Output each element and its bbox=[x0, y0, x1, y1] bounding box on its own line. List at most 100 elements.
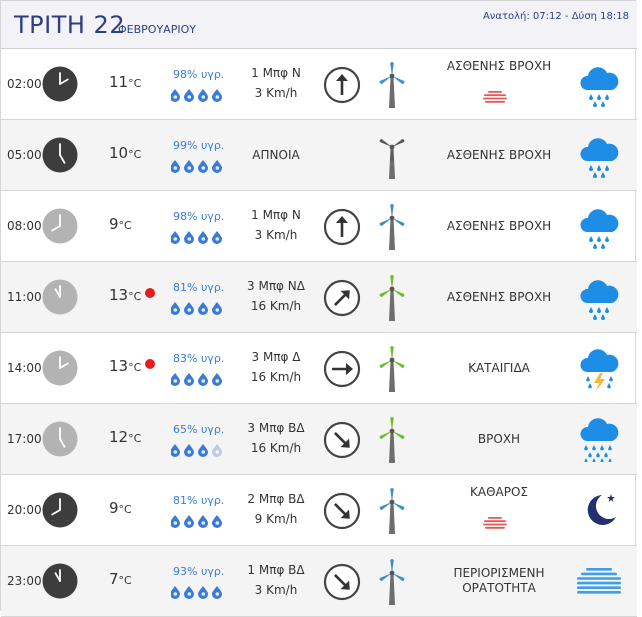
temperature-unit: °C bbox=[118, 219, 132, 232]
wind-speed: 16 Km/h bbox=[250, 370, 302, 384]
clock-icon bbox=[42, 208, 78, 244]
clock-icon bbox=[42, 66, 78, 102]
temperature-value: 10 bbox=[109, 144, 129, 162]
wind-force: 2 Μπφ ΒΔ bbox=[247, 492, 305, 506]
rain-cloud-icon bbox=[574, 132, 624, 178]
temperature-value: 12 bbox=[109, 428, 129, 446]
forecast-row: 14:00 13°C 83% υγρ. 3 Μπφ Δ 16 Km/h ΚΑΤΑΙΓΙΔΑ bbox=[1, 333, 637, 404]
temperature-unit: °C bbox=[128, 77, 142, 90]
wind-turbine-icon bbox=[372, 559, 412, 607]
wind-turbine-icon bbox=[372, 488, 412, 536]
wind-speed: 3 Km/h bbox=[254, 583, 298, 597]
humidity-label: 98% υγρ. bbox=[173, 68, 225, 81]
forecast-row: 17:00 12°C 65% υγρ. 3 Μπφ ΒΔ 16 Km/h ΒΡΟΧΗ bbox=[1, 404, 637, 475]
wind-direction-arrow-icon bbox=[323, 421, 361, 459]
thunderstorm-icon bbox=[574, 345, 624, 391]
wind-force: 3 Μπφ ΒΔ bbox=[247, 421, 305, 435]
warm-indicator-dot bbox=[145, 288, 155, 298]
rain-cloud-icon bbox=[574, 61, 624, 107]
temperature: 9°C bbox=[109, 215, 132, 233]
forecast-panel: ΤΡΙΤΗ 22 ΦΕΒΡΟΥΑΡΙΟΥ Ανατολή: 07:12 - Δύ… bbox=[0, 0, 637, 617]
temperature-value: 13 bbox=[109, 286, 129, 304]
temperature-value: 7 bbox=[109, 570, 119, 588]
humidity-label: 81% υγρ. bbox=[173, 494, 225, 507]
humidity-drops-icon bbox=[170, 442, 231, 457]
wind-direction-arrow-icon bbox=[323, 66, 361, 104]
rain-cloud-icon bbox=[574, 274, 624, 320]
wind-force: 1 Μπφ Ν bbox=[251, 66, 301, 80]
condition-label: ΑΣΘΕΝΗΣ ΒΡΟΧΗ bbox=[446, 290, 552, 304]
condition-label: ΠΕΡΙΟΡΙΣΜΕΝΗ ΟΡΑΤΟΤΗΤΑ bbox=[453, 566, 545, 595]
humidity-label: 99% υγρ. bbox=[173, 139, 225, 152]
day-header: ΤΡΙΤΗ 22 ΦΕΒΡΟΥΑΡΙΟΥ Ανατολή: 07:12 - Δύ… bbox=[1, 1, 637, 49]
clock-icon bbox=[42, 563, 78, 599]
temperature-unit: °C bbox=[128, 148, 142, 161]
temperature: 13°C bbox=[109, 357, 141, 375]
temperature: 12°C bbox=[109, 428, 141, 446]
humidity-drops-icon bbox=[170, 158, 231, 173]
wind-direction-arrow-icon bbox=[323, 563, 361, 601]
wind-speed: 9 Km/h bbox=[254, 512, 298, 526]
humidity-drops-icon bbox=[170, 229, 231, 244]
temperature-unit: °C bbox=[118, 574, 132, 587]
wind-speed: 16 Km/h bbox=[250, 299, 302, 313]
mist-icon bbox=[482, 515, 508, 529]
temperature: 10°C bbox=[109, 144, 141, 162]
sunrise-sunset: Ανατολή: 07:12 - Δύση 18:18 bbox=[482, 11, 629, 22]
hour-label: 02:00 bbox=[7, 77, 42, 91]
temperature: 7°C bbox=[109, 570, 132, 588]
temperature-value: 9 bbox=[109, 215, 119, 233]
humidity-drops-icon bbox=[170, 87, 231, 102]
forecast-row: 08:00 9°C 98% υγρ. 1 Μπφ Ν 3 Km/h ΑΣΘΕΝΗΣ ΒΡΟ… bbox=[1, 191, 637, 262]
wind-force: ΑΠΝΟΙΑ bbox=[252, 148, 300, 162]
month-label: ΦΕΒΡΟΥΑΡΙΟΥ bbox=[118, 23, 196, 36]
hour-label: 11:00 bbox=[7, 290, 42, 304]
condition-label: ΑΣΘΕΝΗΣ ΒΡΟΧΗ bbox=[446, 59, 552, 73]
wind-speed: 3 Km/h bbox=[254, 86, 298, 100]
humidity-drops-icon bbox=[170, 584, 231, 599]
day-title: ΤΡΙΤΗ 22 bbox=[14, 11, 126, 39]
clock-icon bbox=[42, 421, 78, 457]
forecast-row: 11:00 13°C 81% υγρ. 3 Μπφ ΝΔ 16 Km/h ΑΣΘΕΝΗΣ … bbox=[1, 262, 637, 333]
condition-label: ΒΡΟΧΗ bbox=[477, 432, 521, 446]
wind-direction-arrow-icon bbox=[323, 350, 361, 388]
clock-icon bbox=[42, 492, 78, 528]
condition-label: ΑΣΘΕΝΗΣ ΒΡΟΧΗ bbox=[446, 148, 552, 162]
temperature-unit: °C bbox=[128, 361, 142, 374]
clock-icon bbox=[42, 279, 78, 315]
moon-icon bbox=[574, 487, 624, 533]
forecast-row: 05:00 10°C 99% υγρ. ΑΠΝΟΙΑ ΑΣΘΕΝΗΣ ΒΡΟΧΗ bbox=[1, 120, 637, 191]
wind-turbine-icon bbox=[372, 346, 412, 394]
forecast-row: 23:00 7°C 93% υγρ. 1 Μπφ ΒΔ 3 Km/h ΠΕΡΙΟΡΙΣΜΕ… bbox=[1, 546, 637, 617]
wind-force: 1 Μπφ Ν bbox=[251, 208, 301, 222]
warm-indicator-dot bbox=[145, 359, 155, 369]
humidity-label: 98% υγρ. bbox=[173, 210, 225, 223]
wind-force: 1 Μπφ ΒΔ bbox=[247, 563, 305, 577]
temperature-unit: °C bbox=[118, 503, 132, 516]
temperature-unit: °C bbox=[128, 290, 142, 303]
wind-force: 3 Μπφ ΝΔ bbox=[247, 279, 305, 293]
heavy-rain-icon bbox=[574, 416, 624, 463]
wind-direction-arrow-icon bbox=[323, 492, 361, 530]
temperature: 11°C bbox=[109, 73, 141, 91]
temperature-value: 9 bbox=[109, 499, 119, 517]
wind-turbine-icon bbox=[372, 62, 412, 110]
forecast-row: 02:00 11°C 98% υγρ. 1 Μπφ Ν 3 Km/h ΑΣΘΕΝΗΣ ΒΡ… bbox=[1, 49, 637, 120]
humidity-label: 65% υγρ. bbox=[173, 423, 225, 436]
forecast-row: 20:00 9°C 81% υγρ. 2 Μπφ ΒΔ 9 Km/h ΚΑΘΑΡΟΣ bbox=[1, 475, 637, 546]
humidity-drops-icon bbox=[170, 513, 231, 528]
wind-turbine-icon bbox=[372, 275, 412, 323]
hour-label: 20:00 bbox=[7, 503, 42, 517]
condition-label: ΚΑΘΑΡΟΣ bbox=[470, 485, 528, 499]
wind-direction-arrow-icon bbox=[323, 279, 361, 317]
wind-direction-arrow-icon bbox=[323, 208, 361, 246]
humidity-drops-icon bbox=[170, 300, 231, 315]
wind-speed: 16 Km/h bbox=[250, 441, 302, 455]
wind-force: 3 Μπφ Δ bbox=[251, 350, 301, 364]
hour-label: 05:00 bbox=[7, 148, 42, 162]
temperature: 9°C bbox=[109, 499, 132, 517]
humidity-drops-icon bbox=[170, 371, 231, 386]
fog-icon bbox=[574, 558, 624, 604]
temperature-unit: °C bbox=[128, 432, 142, 445]
wind-speed: 3 Km/h bbox=[254, 228, 298, 242]
